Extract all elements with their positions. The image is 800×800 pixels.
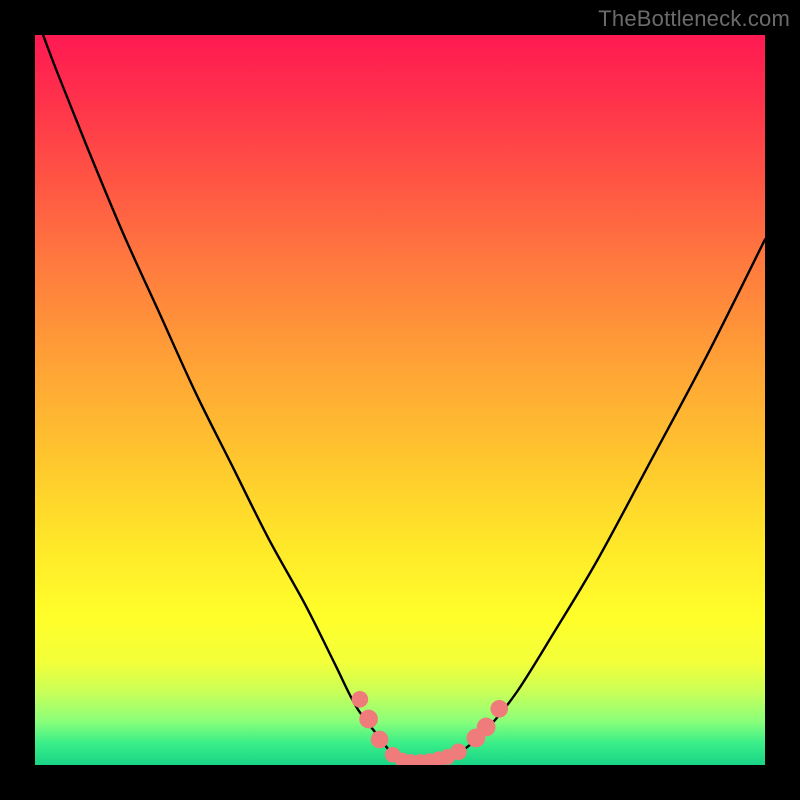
curve-marker — [352, 691, 369, 708]
curve-marker — [359, 710, 378, 729]
curve-marker — [477, 718, 496, 737]
plot-area — [35, 35, 765, 765]
curve-markers — [352, 691, 509, 765]
curve-svg — [35, 35, 765, 765]
watermark-text: TheBottleneck.com — [598, 6, 790, 32]
curve-marker — [490, 700, 508, 718]
chart-frame: TheBottleneck.com — [0, 0, 800, 800]
bottleneck-curve — [35, 35, 765, 762]
curve-marker — [371, 731, 389, 749]
curve-marker — [450, 744, 467, 761]
